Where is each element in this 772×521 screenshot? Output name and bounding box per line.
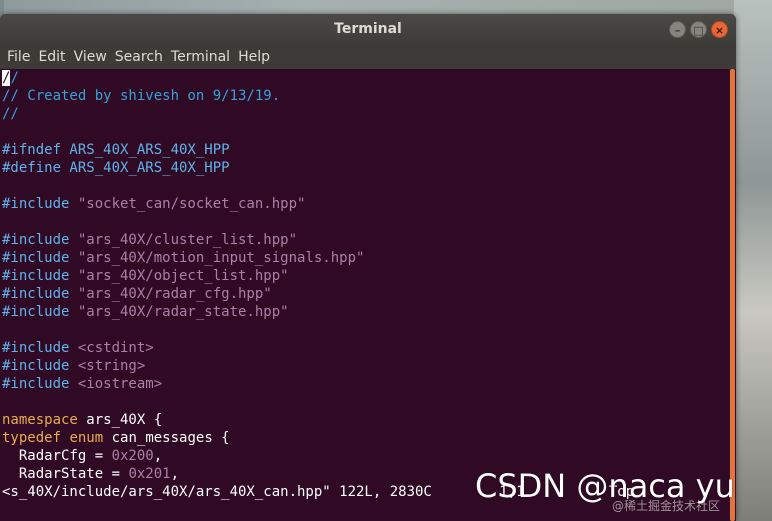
menu-file[interactable]: File <box>3 45 34 69</box>
code-line: RadarCfg = 0x200, <box>2 447 736 465</box>
code-token: namespace <box>2 412 78 428</box>
code-view: //// Created by shivesh on 9/13/19.// #i… <box>2 69 736 501</box>
code-line: #include "ars_40X/cluster_list.hpp" <box>2 231 736 249</box>
code-token: <cstdint> <box>77 340 154 356</box>
code-line: #define ARS_40X_ARS_40X_HPP <box>2 159 736 177</box>
code-token: , <box>153 448 163 464</box>
code-line: // <box>2 69 736 87</box>
terminal-window: Terminal – □ × File Edit View Search Ter… <box>0 14 736 521</box>
code-token: // <box>2 106 19 122</box>
code-token: #include <box>2 304 78 320</box>
code-token: RadarState = <box>2 466 129 482</box>
code-token: can_messages { <box>103 430 230 446</box>
code-token: #include <box>2 232 78 248</box>
code-line: typedef enum can_messages { <box>2 429 736 447</box>
code-token: <string> <box>77 358 146 374</box>
code-line: #include "socket_can/socket_can.hpp" <box>2 195 736 213</box>
code-token: "socket_can/socket_can.hpp" <box>77 196 306 212</box>
code-line: #ifndef ARS_40X_ARS_40X_HPP <box>2 141 736 159</box>
window-controls: – □ × <box>669 21 728 38</box>
code-line: // <box>2 105 736 123</box>
code-line: #include "ars_40X/object_list.hpp" <box>2 267 736 285</box>
code-token: #include <box>2 358 78 374</box>
menu-help[interactable]: Help <box>234 45 274 69</box>
code-token: <iostream> <box>77 376 163 392</box>
code-token: "ars_40X/cluster_list.hpp" <box>77 232 298 248</box>
code-token: <s_40X/include/ars_40X/ars_40X_can.hpp" … <box>2 484 432 500</box>
code-line: #include <string> <box>2 357 736 375</box>
code-token: ars_40X { <box>77 412 163 428</box>
code-token: enum <box>69 430 104 446</box>
desktop-background-right <box>734 0 772 521</box>
code-token: // Created by shivesh on 9/13/19. <box>2 88 281 104</box>
code-token: #include <box>2 250 78 266</box>
code-token: #include <box>2 376 78 392</box>
code-token: #include <box>2 286 78 302</box>
code-token: #define ARS_40X_ARS_40X_HPP <box>2 160 230 176</box>
title-bar[interactable]: Terminal – □ × <box>0 14 736 45</box>
code-token: "ars_40X/radar_cfg.hpp" <box>77 286 272 302</box>
code-token: #include <box>2 268 78 284</box>
code-line: #include "ars_40X/radar_state.hpp" <box>2 303 736 321</box>
code-token: #include <box>2 340 78 356</box>
menu-view[interactable]: View <box>70 45 111 69</box>
code-token: #ifndef ARS_40X_ARS_40X_HPP <box>2 142 230 158</box>
code-token: typedef <box>2 430 62 446</box>
terminal-content[interactable]: //// Created by shivesh on 9/13/19.// #i… <box>0 69 736 521</box>
menu-search[interactable]: Search <box>111 45 167 69</box>
code-line: #include <cstdint> <box>2 339 736 357</box>
scrollbar[interactable] <box>729 69 736 521</box>
maximize-icon[interactable]: □ <box>690 21 707 38</box>
code-token: "ars_40X/motion_input_signals.hpp" <box>77 250 365 266</box>
menu-terminal[interactable]: Terminal <box>167 45 234 69</box>
code-line: #include <iostream> <box>2 375 736 393</box>
code-token: 0x201 <box>128 466 171 482</box>
minimize-icon[interactable]: – <box>669 21 686 38</box>
watermark-subtext: @稀土掘金技术社区 <box>612 499 721 513</box>
menu-bar: File Edit View Search Terminal Help <box>0 45 736 69</box>
code-token: "ars_40X/radar_state.hpp" <box>77 304 289 320</box>
code-line: #include "ars_40X/motion_input_signals.h… <box>2 249 736 267</box>
code-token: #include <box>2 196 78 212</box>
scrollbar-thumb[interactable] <box>730 69 735 521</box>
window-title: Terminal <box>334 21 402 37</box>
code-line: #include "ars_40X/radar_cfg.hpp" <box>2 285 736 303</box>
code-line: namespace ars_40X { <box>2 411 736 429</box>
code-token: / <box>10 70 19 86</box>
menu-edit[interactable]: Edit <box>34 45 69 69</box>
code-token: 0x200 <box>111 448 154 464</box>
code-token: "ars_40X/object_list.hpp" <box>77 268 289 284</box>
code-line: // Created by shivesh on 9/13/19. <box>2 87 736 105</box>
code-token: RadarCfg = <box>2 448 112 464</box>
code-token: , <box>170 466 180 482</box>
close-icon[interactable]: × <box>711 21 728 38</box>
